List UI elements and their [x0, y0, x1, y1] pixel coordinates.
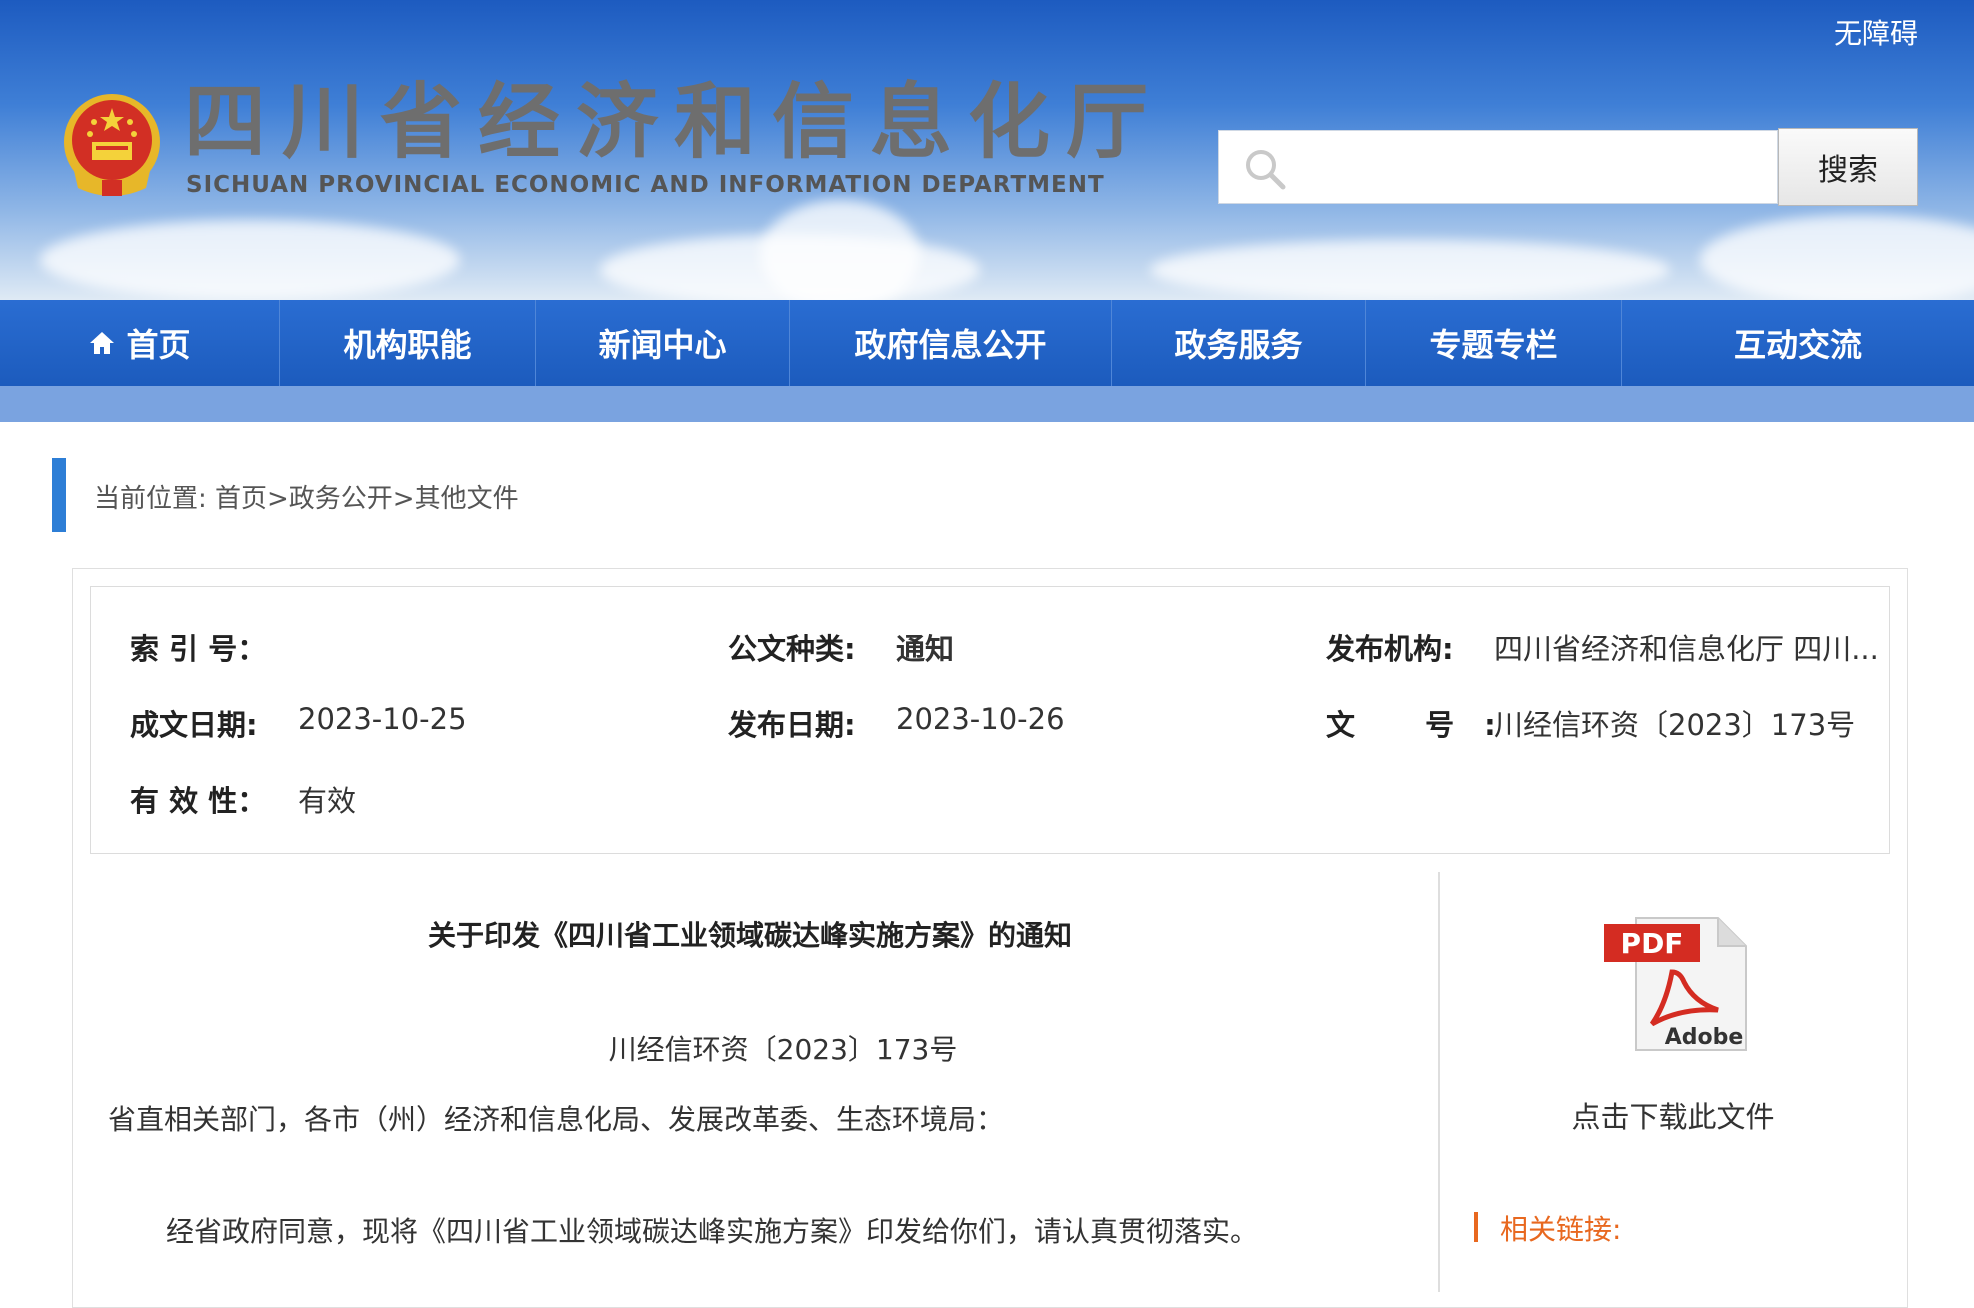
- cloud-decoration: [40, 220, 460, 300]
- breadcrumb: 当前位置: 首页>政务公开>其他文件: [94, 484, 519, 514]
- site-subtitle: SICHUAN PROVINCIAL ECONOMIC AND INFORMAT…: [186, 172, 1105, 198]
- meta-index-label: 索 引 号：: [130, 632, 267, 666]
- meta-publisher-label: 发布机构:: [1326, 632, 1454, 666]
- accessibility-link[interactable]: 无障碍: [1834, 12, 1918, 52]
- cloud-decoration: [760, 200, 920, 300]
- meta-publish-date-value: 2023-10-26: [896, 702, 1065, 736]
- download-link[interactable]: 点击下载此文件: [1440, 1094, 1906, 1136]
- article-doc-number: 川经信环资〔2023〕173号: [608, 1033, 958, 1066]
- search-input[interactable]: [1299, 139, 1763, 197]
- pdf-badge-text: PDF: [1621, 927, 1684, 960]
- header-banner: 无障碍 四川省经济和信息化厅 SICHUAN PROVINCIAL ECONOM…: [0, 0, 1974, 300]
- search-icon: [1246, 150, 1286, 190]
- cloud-decoration: [1700, 215, 1974, 300]
- meta-publish-date-label: 发布日期:: [728, 708, 856, 742]
- related-accent: [1474, 1212, 1478, 1242]
- nav-item-label: 首页: [126, 326, 191, 364]
- content-divider: [1438, 872, 1440, 1292]
- related-links-title: 相关链接:: [1500, 1213, 1622, 1246]
- home-icon: [90, 332, 115, 354]
- meta-written-date-label: 成文日期:: [130, 708, 258, 742]
- nav-item-gov-info[interactable]: 政府信息公开: [790, 300, 1112, 386]
- meta-category-label: 公文种类:: [728, 632, 856, 666]
- main-nav: 首页 机构职能 新闻中心 政府信息公开 政务服务 专题专栏 互动交流: [0, 300, 1974, 386]
- meta-docno-value: 川经信环资〔2023〕173号: [1494, 708, 1856, 742]
- pdf-brand-text: Adobe: [1665, 1025, 1744, 1050]
- nav-item-services[interactable]: 政务服务: [1112, 300, 1366, 386]
- meta-publisher-value: 四川省经济和信息化厅 四川...: [1494, 632, 1879, 666]
- meta-category-value: 通知: [896, 632, 955, 666]
- search-box: [1218, 130, 1778, 204]
- cloud-decoration: [1150, 240, 1670, 300]
- nav-item-home[interactable]: 首页: [0, 300, 280, 386]
- nav-item-functions[interactable]: 机构职能: [280, 300, 536, 386]
- search-button[interactable]: 搜索: [1778, 128, 1918, 206]
- national-emblem-icon: [64, 94, 160, 196]
- nav-underline: [0, 386, 1974, 422]
- article-greeting: 省直相关部门，各市（州）经济和信息化局、发展改革委、生态环境局：: [108, 1103, 1005, 1136]
- site-title: 四川省经济和信息化厅: [184, 75, 1165, 170]
- meta-validity-value: 有效: [298, 784, 357, 818]
- nav-item-topics[interactable]: 专题专栏: [1366, 300, 1622, 386]
- pdf-download-icon[interactable]: PDF Adobe: [1600, 912, 1750, 1058]
- nav-item-news[interactable]: 新闻中心: [536, 300, 790, 386]
- nav-item-interaction[interactable]: 互动交流: [1622, 300, 1974, 386]
- breadcrumb-accent: [52, 458, 66, 532]
- meta-validity-label: 有 效 性：: [130, 784, 267, 818]
- article-title: 关于印发《四川省工业领域碳达峰实施方案》的通知: [427, 919, 1072, 952]
- article-paragraph: 经省政府同意，现将《四川省工业领域碳达峰实施方案》印发给你们，请认真贯彻落实。: [166, 1215, 1259, 1248]
- meta-written-date-value: 2023-10-25: [298, 702, 467, 736]
